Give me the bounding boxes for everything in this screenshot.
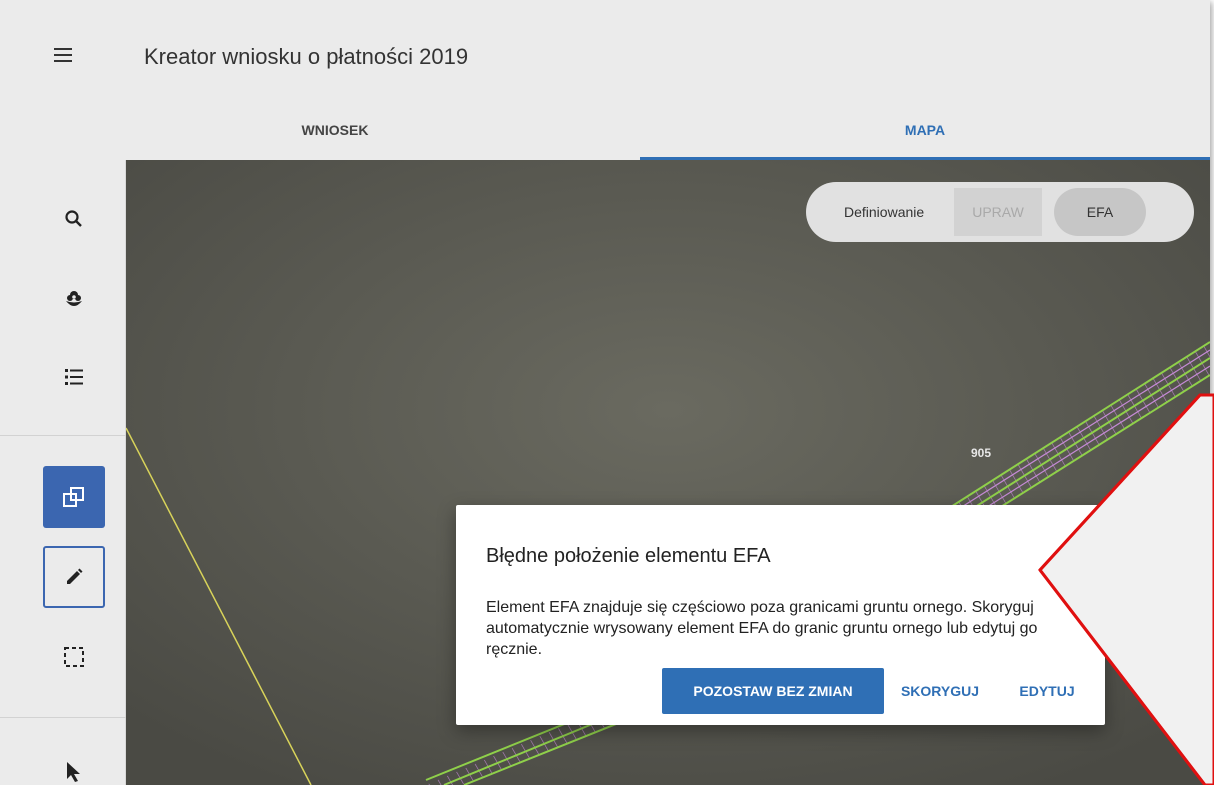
- app-header: Kreator wniosku o płatności 2019: [0, 0, 1210, 100]
- app-title: Kreator wniosku o płatności 2019: [144, 44, 469, 69]
- pencil-icon: [67, 568, 83, 584]
- flower-icon: [66, 291, 82, 306]
- layers-list-button[interactable]: [43, 346, 105, 408]
- mode-option-uprawy[interactable]: UPRAW: [954, 188, 1042, 236]
- definition-mode-toggle: Definiowanie UPRAW EFA: [806, 182, 1194, 242]
- hamburger-menu-icon[interactable]: [52, 45, 76, 67]
- callout-annotation: [1038, 393, 1214, 785]
- parcel-number-label: 905: [971, 446, 992, 460]
- tab-bar: WNIOSEK MAPA: [0, 100, 1210, 160]
- pointer-tool-button[interactable]: [43, 740, 105, 785]
- mode-option-efa[interactable]: EFA: [1054, 188, 1146, 236]
- search-icon: [65, 210, 82, 227]
- cursor-icon: [67, 762, 80, 782]
- toolbar-divider: [0, 435, 126, 436]
- keep-unchanged-button[interactable]: POZOSTAW BEZ ZMIAN: [662, 668, 884, 714]
- dialog-title: Błędne położenie elementu EFA: [486, 545, 771, 567]
- map-toolbar: [0, 160, 126, 785]
- efa-position-error-dialog: Błędne położenie elementu EFA Element EF…: [456, 505, 1105, 725]
- tab-wniosek[interactable]: WNIOSEK: [50, 100, 620, 160]
- tab-mapa[interactable]: MAPA: [640, 100, 1210, 160]
- crops-button[interactable]: [43, 268, 105, 330]
- correct-button[interactable]: SKORYGUJ: [888, 668, 992, 714]
- copy-icon: [63, 487, 84, 507]
- selection-tool-button[interactable]: [43, 626, 105, 688]
- dialog-message: Element EFA znajduje się częściowo poza …: [486, 599, 1038, 658]
- copy-tool-button[interactable]: [43, 466, 105, 528]
- search-button[interactable]: [43, 188, 105, 250]
- list-icon: [65, 369, 83, 385]
- toolbar-divider: [0, 717, 126, 718]
- edit-tool-button[interactable]: [43, 546, 105, 608]
- selection-box-icon: [64, 647, 84, 667]
- mode-toggle-label: Definiowanie: [844, 204, 925, 220]
